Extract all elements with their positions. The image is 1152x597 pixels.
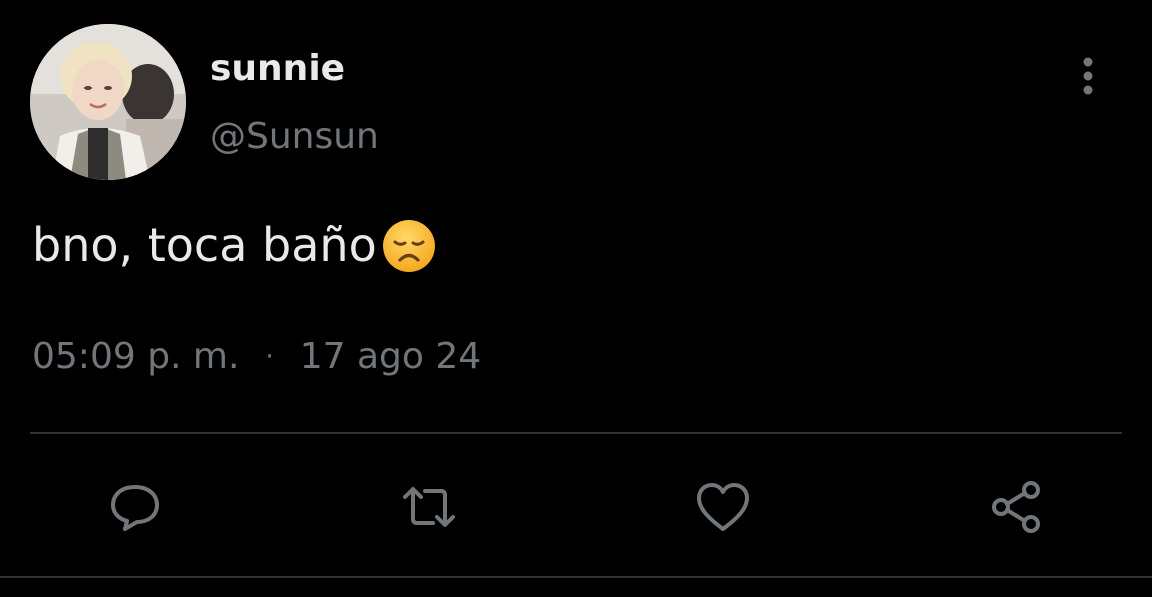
meta-separator: · (265, 341, 274, 372)
tweet-text-container: bno, toca baño (32, 218, 437, 274)
share-icon (992, 481, 1040, 533)
vertical-ellipsis-icon (1083, 57, 1093, 95)
tweet-time[interactable]: 05:09 p. m. (32, 336, 239, 377)
divider (30, 432, 1122, 434)
retweet-button[interactable] (394, 472, 464, 542)
tweet-date[interactable]: 17 ago 24 (300, 336, 481, 377)
tweet-text: bno, toca baño (32, 218, 377, 273)
user-handle[interactable]: @Sunsun (210, 116, 379, 157)
reply-button[interactable] (100, 472, 170, 542)
avatar-photo-icon (30, 24, 186, 180)
retweet-icon (403, 487, 455, 527)
action-bar (0, 472, 1152, 542)
tweet-meta: 05:09 p. m. · 17 ago 24 (32, 336, 481, 377)
disappointed-face-emoji-icon (381, 218, 437, 274)
share-button[interactable] (982, 472, 1052, 542)
avatar[interactable] (30, 24, 186, 180)
bottom-divider (0, 576, 1152, 578)
more-options-button[interactable] (1068, 54, 1108, 98)
heart-icon (697, 483, 749, 531)
display-name[interactable]: sunnie (210, 48, 345, 89)
tweet-card: sunnie @Sunsun bno, toca baño 05:09 p. m… (0, 0, 1152, 597)
like-button[interactable] (688, 472, 758, 542)
reply-icon (111, 485, 159, 531)
